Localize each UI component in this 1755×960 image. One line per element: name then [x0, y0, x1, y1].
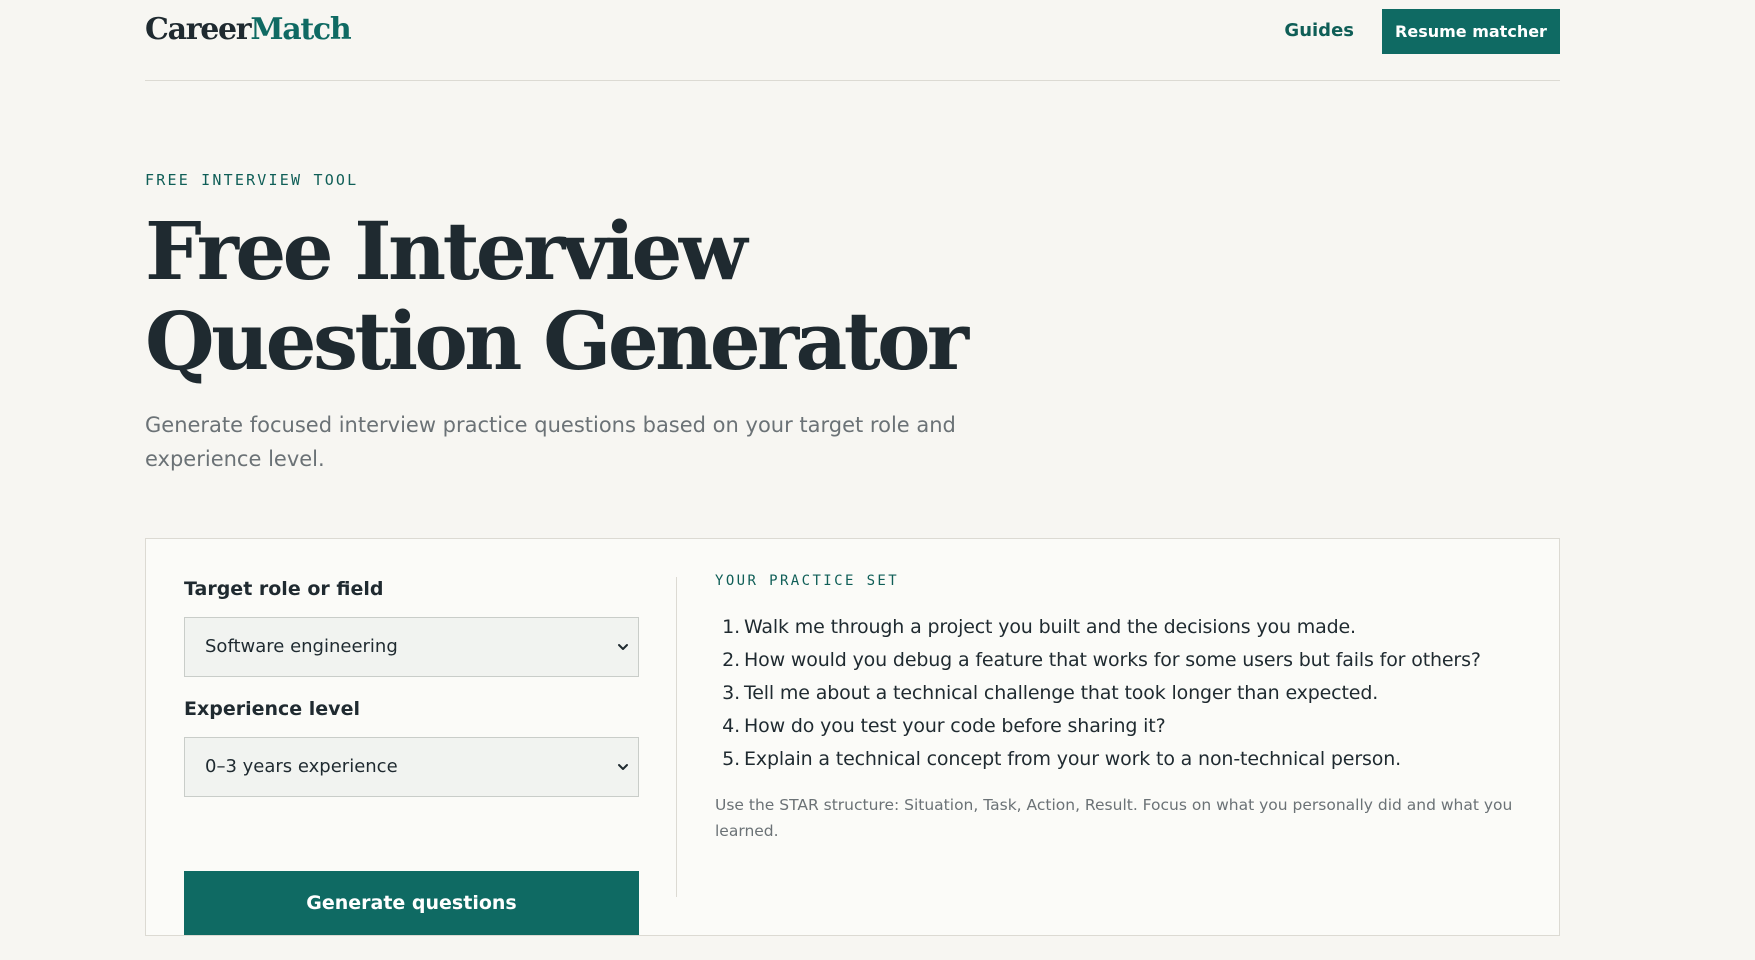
resume-matcher-button[interactable]: Resume matcher: [1382, 9, 1560, 54]
star-tip: Use the STAR structure: Situation, Task,…: [715, 796, 1513, 840]
generate-questions-button[interactable]: Generate questions: [184, 871, 639, 935]
practice-set: YOUR PRACTICE SET 1. Walk me through a pr…: [715, 573, 1515, 844]
nav-link-guides[interactable]: Guides: [1284, 20, 1354, 41]
column-divider: [676, 577, 677, 897]
question-number: 4.: [722, 715, 740, 737]
site-header: CareerMatch Guides Resume matcher: [145, 0, 1560, 81]
logo-text-match: Match: [250, 12, 351, 47]
question-item: 2. How would you debug a feature that wor…: [715, 644, 1515, 677]
chevron-down-icon: [618, 764, 628, 770]
logo-text-career: Career: [145, 12, 252, 47]
page-subtitle: Generate focused interview practice ques…: [145, 413, 956, 471]
question-text: How would you debug a feature that works…: [744, 649, 1481, 671]
question-text: Walk me through a project you built and …: [744, 616, 1356, 638]
generator-card: Target role or field Software engineerin…: [145, 538, 1560, 936]
question-text: Tell me about a technical challenge that…: [744, 682, 1379, 704]
question-item: 3. Tell me about a technical challenge th…: [715, 677, 1515, 710]
question-number: 3.: [722, 682, 740, 704]
role-select[interactable]: Software engineering: [184, 617, 639, 677]
question-number: 1.: [722, 616, 740, 638]
role-field-label: Target role or field: [184, 578, 384, 600]
question-list: 1. Walk me through a project you built an…: [715, 611, 1515, 776]
hero-eyebrow: FREE INTERVIEW TOOL: [145, 171, 359, 189]
question-item: 5. Explain a technical concept from your …: [715, 743, 1515, 776]
chevron-down-icon: [618, 644, 628, 650]
page: CareerMatch Guides Resume matcher FREE I…: [0, 0, 1755, 960]
question-text: How do you test your code before sharing…: [744, 715, 1166, 737]
question-item: 1. Walk me through a project you built an…: [715, 611, 1515, 644]
practice-set-heading: YOUR PRACTICE SET: [715, 573, 900, 589]
experience-select[interactable]: 0–3 years experience: [184, 737, 639, 797]
question-text: Explain a technical concept from your wo…: [744, 748, 1401, 770]
experience-select-value: 0–3 years experience: [205, 756, 398, 777]
logo[interactable]: CareerMatch: [145, 12, 352, 47]
role-select-value: Software engineering: [205, 636, 398, 657]
experience-field-label: Experience level: [184, 698, 360, 720]
question-item: 4. How do you test your code before shari…: [715, 710, 1515, 743]
question-number: 2.: [722, 649, 740, 671]
page-title: Free Interview Question Generator: [145, 204, 969, 388]
question-number: 5.: [722, 748, 740, 770]
